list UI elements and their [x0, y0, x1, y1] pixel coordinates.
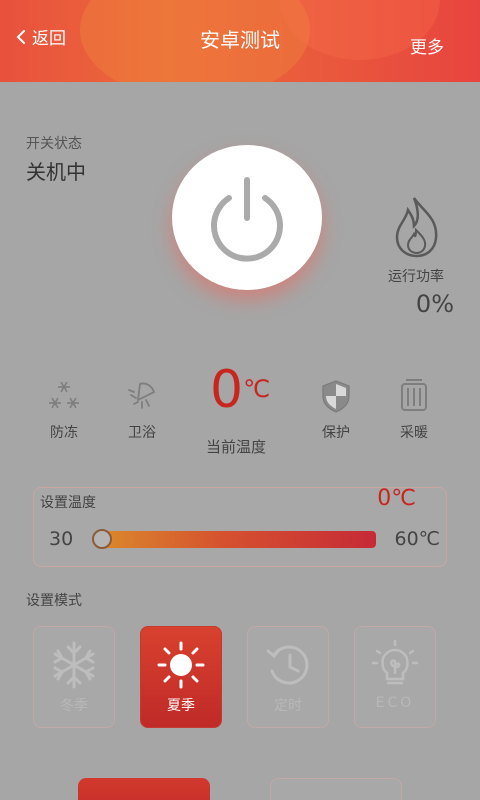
power-icon [211, 176, 283, 262]
current-temperature: 0℃ [210, 360, 270, 420]
app-header: 返回 安卓测试 更多 [0, 0, 480, 82]
sun-icon [157, 641, 205, 689]
current-temperature-value: 0 [210, 360, 244, 420]
mode-label-timer: 定时 [274, 698, 302, 714]
timer-icon [266, 645, 309, 685]
bottom-action-button-primary[interactable] [78, 778, 210, 800]
eco-bulb-icon [371, 639, 419, 685]
shower-icon [128, 382, 156, 409]
mode-label-summer: 夏季 [167, 698, 195, 714]
mode-label-winter: 冬季 [60, 698, 88, 714]
power-button[interactable] [172, 145, 322, 290]
function-label: 保护 [322, 425, 350, 441]
mode-label-eco: ECO [375, 695, 415, 711]
set-temperature-value: 0℃ [377, 486, 416, 511]
switch-status-value: 关机中 [26, 160, 86, 184]
current-temperature-label: 当前温度 [206, 438, 267, 456]
flame-icon [395, 197, 438, 258]
radiator-icon [401, 379, 427, 411]
mode-timer-button[interactable]: 定时 [247, 626, 329, 728]
page-title: 安卓测试 [200, 28, 280, 52]
function-label: 卫浴 [128, 425, 156, 441]
function-label: 采暖 [400, 425, 428, 441]
set-temperature-panel: 设置温度 0℃ 30 60℃ [33, 486, 447, 567]
current-temperature-unit: ℃ [243, 375, 271, 403]
slider-max-label: 60℃ [394, 528, 440, 550]
slider-thumb[interactable] [92, 529, 112, 549]
snowflakes-icon [49, 381, 79, 409]
mode-summer-button[interactable]: 夏季 [140, 626, 222, 728]
slider-min-label: 30 [49, 528, 74, 550]
snowflake-icon [53, 641, 95, 689]
mode-eco-button[interactable]: ECO [354, 626, 436, 728]
more-button[interactable]: 更多 [410, 33, 444, 58]
mode-winter-button[interactable]: 冬季 [33, 626, 115, 728]
function-label: 防冻 [50, 425, 78, 441]
bottom-action-button-secondary[interactable] [270, 778, 402, 800]
function-heating[interactable]: 采暖 [384, 378, 444, 442]
power-label: 运行功率 [388, 269, 444, 285]
function-bath[interactable]: 卫浴 [112, 378, 172, 442]
temperature-slider[interactable] [92, 529, 376, 549]
set-temperature-title: 设置温度 [40, 495, 96, 511]
shield-icon [322, 380, 350, 413]
function-antifreeze[interactable]: 防冻 [34, 378, 94, 442]
function-protect[interactable]: 保护 [306, 378, 366, 442]
mode-label: 设置模式 [26, 593, 82, 609]
power-value: 0% [415, 290, 454, 318]
switch-status-label: 开关状态 [26, 136, 82, 152]
